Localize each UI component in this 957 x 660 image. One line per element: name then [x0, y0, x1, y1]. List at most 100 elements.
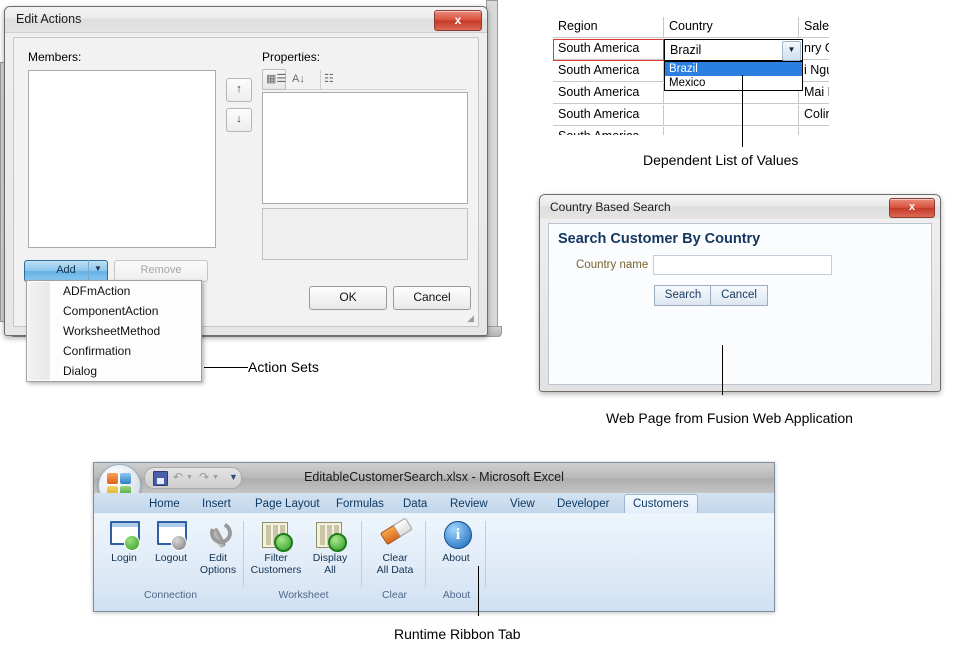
logout-button[interactable]: Logout — [145, 519, 197, 565]
wrench-icon — [202, 519, 234, 551]
menu-item-worksheetmethod[interactable]: WorksheetMethod — [27, 321, 201, 341]
cancel-button[interactable]: Cancel — [710, 285, 768, 306]
login-window-icon — [108, 519, 140, 551]
country-based-search-dialog: Country Based Search x Search Customer B… — [539, 194, 941, 392]
callout-action-sets: Action Sets — [248, 359, 319, 375]
table-row-partial[interactable]: South America — [553, 127, 829, 135]
info-icon: i — [440, 519, 472, 551]
display-all-worksheet-icon — [314, 519, 347, 552]
excel-tab-strip: Home Insert Page Layout Formulas Data Re… — [94, 493, 774, 515]
chevron-down-icon[interactable]: ▼ — [88, 260, 107, 280]
country-dropdown[interactable]: Brazil ▼ — [664, 39, 803, 61]
filter-customers-button[interactable]: Filter Customers — [248, 519, 304, 576]
members-list[interactable] — [28, 70, 216, 248]
search-button[interactable]: Search — [654, 285, 712, 306]
categorized-icon[interactable]: ▦☰ — [262, 69, 286, 90]
clear-all-data-label-line1: Clear — [382, 552, 408, 564]
table-row[interactable]: South America Colin M — [553, 105, 829, 127]
dropdown-option-brazil[interactable]: Brazil — [665, 62, 802, 76]
callout-leader-action-sets — [204, 367, 248, 368]
tab-data[interactable]: Data — [395, 495, 435, 513]
property-pages-icon[interactable]: ☷ — [320, 69, 344, 90]
undo-icon[interactable]: ↶ — [173, 470, 183, 484]
properties-toolbar: ▦☰ A↓ ☷ — [262, 69, 466, 90]
display-all-label-line2: All — [324, 563, 336, 576]
tab-view[interactable]: View — [502, 495, 543, 513]
tab-home[interactable]: Home — [141, 495, 188, 513]
country-name-label: Country name — [576, 259, 649, 271]
login-label: Login — [111, 552, 137, 564]
display-all-label-line1: Display — [312, 552, 348, 564]
clear-all-data-label-line2: All Data — [376, 563, 414, 576]
display-all-button[interactable]: Display All — [304, 519, 356, 576]
login-button[interactable]: Login — [98, 519, 150, 565]
undo-chevron-down-icon[interactable]: ▼ — [186, 474, 193, 481]
menu-item-componentaction[interactable]: ComponentAction — [27, 301, 201, 321]
edit-options-button[interactable]: Edit Options — [192, 519, 244, 576]
cell-region[interactable]: South America — [553, 105, 664, 126]
callout-leader-web-page — [722, 345, 723, 395]
edit-options-label-line1: Edit — [208, 552, 228, 564]
page-title: Search Customer By Country — [558, 231, 761, 247]
menu-item-dialog[interactable]: Dialog — [27, 361, 201, 381]
redo-chevron-down-icon[interactable]: ▼ — [212, 474, 219, 481]
alphabetical-sort-icon[interactable]: A↓ — [288, 69, 312, 90]
menu-item-adfmaction[interactable]: ADFmAction — [27, 281, 201, 301]
chevron-down-icon[interactable]: ▼ — [782, 41, 801, 61]
resize-grip-icon[interactable]: ◢ — [467, 313, 474, 324]
logout-label: Logout — [154, 552, 188, 564]
table-header-row: Region Country Sales R — [553, 17, 829, 39]
group-label-connection: Connection — [143, 589, 198, 601]
filter-customers-label-line1: Filter — [264, 552, 288, 564]
tab-formulas[interactable]: Formulas — [328, 495, 392, 513]
ribbon-group-connection: Login Logout Edit Options Connection — [98, 517, 244, 601]
cell-country[interactable] — [664, 127, 799, 135]
properties-label: Properties: — [262, 50, 321, 64]
save-icon[interactable] — [153, 471, 168, 486]
menu-item-confirmation[interactable]: Confirmation — [27, 341, 201, 361]
country-name-field[interactable] — [653, 255, 832, 275]
cell-region[interactable]: South America — [553, 127, 664, 135]
properties-description-pane — [262, 208, 468, 260]
edit-actions-titlebar[interactable]: Edit Actions x — [5, 7, 487, 33]
cell-region[interactable]: South America — [553, 61, 664, 82]
properties-grid[interactable] — [262, 92, 468, 204]
close-icon[interactable]: x — [889, 198, 935, 218]
cell-sales-rep[interactable]: nry G — [799, 39, 829, 60]
cancel-button[interactable]: Cancel — [393, 286, 471, 310]
dropdown-option-mexico[interactable]: Mexico — [665, 76, 802, 90]
cell-sales-rep[interactable]: Colin M — [799, 105, 829, 126]
ok-button[interactable]: OK — [309, 286, 387, 310]
remove-button: Remove — [114, 260, 208, 282]
selected-cell-outline — [553, 39, 664, 61]
tab-customers[interactable]: Customers — [624, 494, 698, 515]
cell-sales-rep[interactable]: i Ngu — [799, 61, 829, 82]
about-label: About — [442, 552, 470, 564]
country-dropdown-list: Brazil Mexico — [664, 61, 803, 91]
filter-worksheet-icon — [260, 519, 293, 552]
move-down-icon[interactable]: ↓ — [226, 108, 252, 132]
clear-all-data-button[interactable]: Clear All Data — [367, 517, 423, 576]
group-label-clear: Clear — [381, 589, 408, 601]
cell-sales-rep[interactable]: Mai Ngu — [799, 83, 829, 104]
callout-web-page-fusion: Web Page from Fusion Web Application — [606, 410, 853, 426]
redo-icon[interactable]: ↷ — [199, 470, 209, 484]
close-icon[interactable]: x — [434, 10, 482, 31]
country-search-titlebar[interactable]: Country Based Search x — [540, 195, 940, 219]
tab-developer[interactable]: Developer — [549, 495, 617, 513]
tab-review[interactable]: Review — [442, 495, 496, 513]
tab-insert[interactable]: Insert — [194, 495, 239, 513]
customize-qat-icon[interactable]: ▼ — [229, 472, 238, 482]
column-header-sales-rep: Sales R — [799, 17, 829, 38]
cell-sales-rep[interactable] — [799, 127, 829, 135]
cell-country[interactable] — [664, 105, 799, 126]
move-up-icon[interactable]: ↑ — [226, 78, 252, 102]
country-dropdown-value: Brazil — [670, 43, 702, 57]
cell-region[interactable]: South America — [553, 83, 664, 104]
logout-window-icon — [155, 519, 187, 551]
tab-page-layout[interactable]: Page Layout — [247, 495, 328, 513]
excel-titlebar[interactable]: EditableCustomerSearch.xlsx - Microsoft … — [94, 463, 774, 507]
action-sets-menu: ADFmAction ComponentAction WorksheetMeth… — [26, 280, 202, 382]
about-button[interactable]: i About — [430, 519, 482, 565]
column-header-country: Country — [664, 17, 799, 38]
